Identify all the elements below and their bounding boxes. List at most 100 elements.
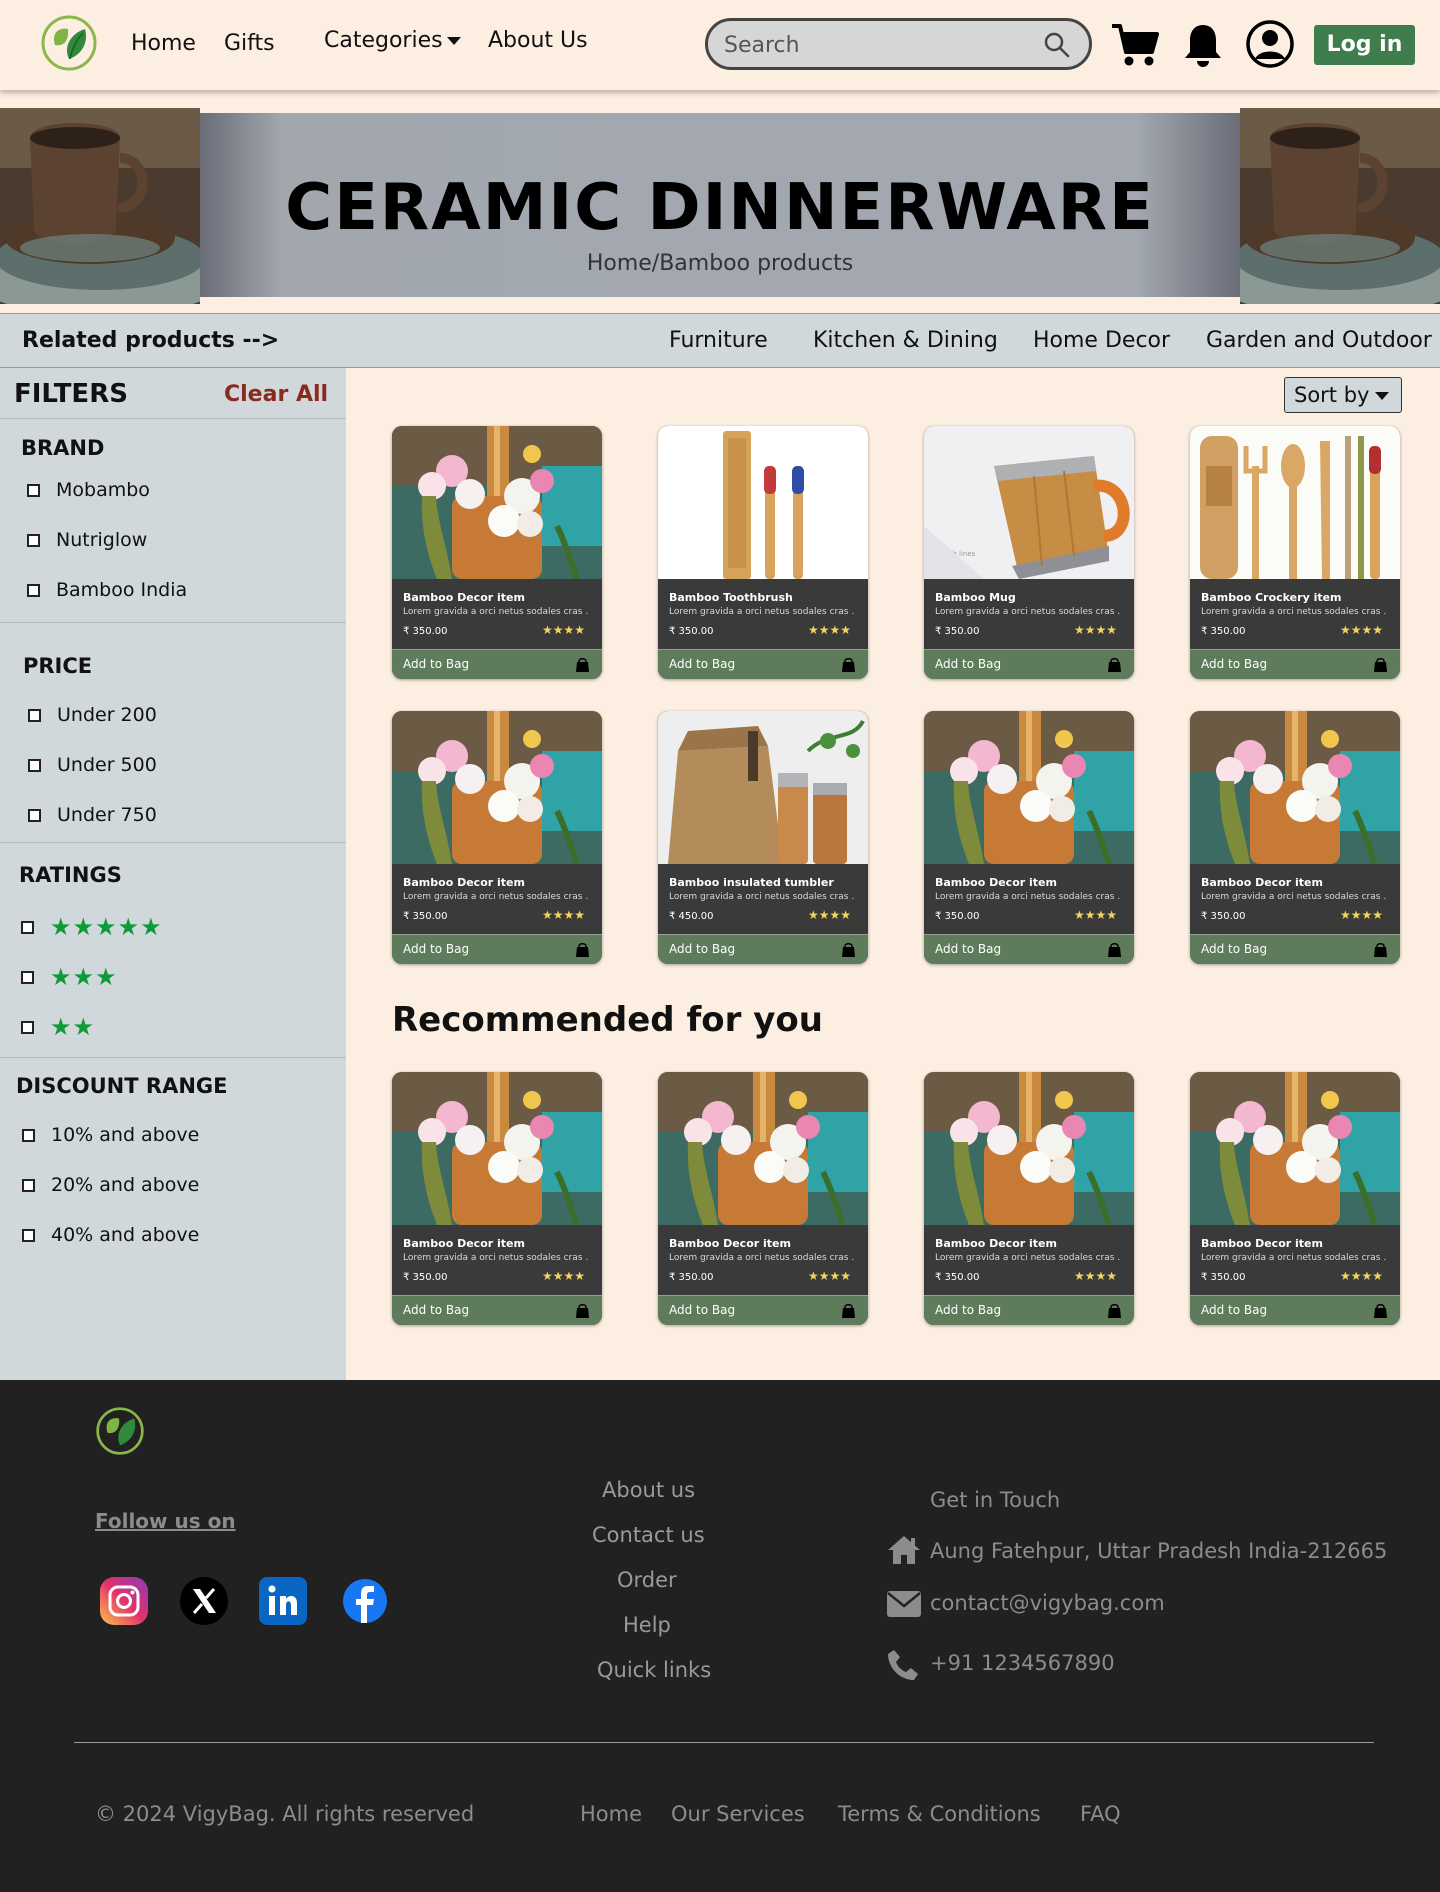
product-card[interactable]: sketch lines Bamboo Mug Lorem gravida a or… xyxy=(924,426,1134,679)
related-home-decor[interactable]: Home Decor xyxy=(1033,328,1170,353)
product-image[interactable] xyxy=(392,1072,602,1225)
product-card[interactable]: Bamboo Decor item Lorem gravida a orci ne… xyxy=(924,1072,1134,1325)
cart-icon[interactable] xyxy=(1110,22,1160,68)
checkbox[interactable] xyxy=(22,1178,35,1192)
footer-link-order[interactable]: Order xyxy=(617,1568,677,1592)
product-card[interactable]: Bamboo Toothbrush Lorem gravida a orci ne… xyxy=(658,426,868,679)
discount-option-40[interactable]: 40% and above xyxy=(22,1224,199,1246)
user-account-icon[interactable] xyxy=(1245,19,1295,69)
add-to-bag-button[interactable]: Add to Bag xyxy=(924,649,1134,679)
checkbox[interactable] xyxy=(27,583,40,597)
checkbox[interactable] xyxy=(27,533,40,547)
vigybag-logo[interactable] xyxy=(95,1406,145,1456)
product-card[interactable]: Bamboo Decor item Lorem gravida a orci ne… xyxy=(1190,711,1400,964)
product-name[interactable]: Bamboo Toothbrush xyxy=(669,591,793,604)
add-to-bag-button[interactable]: Add to Bag xyxy=(1190,649,1400,679)
brand-option-mobambo[interactable]: Mobambo xyxy=(27,479,150,501)
brand-option-bamboo-india[interactable]: Bamboo India xyxy=(27,579,187,601)
footer-bottom-our-services[interactable]: Our Services xyxy=(671,1802,805,1826)
product-image[interactable] xyxy=(924,1072,1134,1225)
checkbox[interactable] xyxy=(22,1128,35,1142)
product-name[interactable]: Bamboo Decor item xyxy=(1201,1237,1323,1250)
rating-option-5-stars[interactable]: ★★★★★ xyxy=(21,913,163,941)
checkbox[interactable] xyxy=(21,970,34,984)
product-image[interactable] xyxy=(1190,426,1400,579)
footer-link-contact-us[interactable]: Contact us xyxy=(592,1523,705,1547)
nav-about-us[interactable]: About Us xyxy=(488,28,588,53)
footer-bottom-home[interactable]: Home xyxy=(580,1802,642,1826)
product-image[interactable]: sketch lines xyxy=(924,426,1134,579)
product-name[interactable]: Bamboo Crockery item xyxy=(1201,591,1342,604)
nav-home[interactable]: Home xyxy=(131,31,196,56)
nav-categories[interactable]: Categories xyxy=(324,28,461,53)
footer-link-quick-links[interactable]: Quick links xyxy=(597,1658,711,1682)
product-card[interactable]: Bamboo Crockery item Lorem gravida a orci… xyxy=(1190,426,1400,679)
product-card[interactable]: Bamboo insulated tumbler Lorem gravida a … xyxy=(658,711,868,964)
add-to-bag-button[interactable]: Add to Bag xyxy=(658,1295,868,1325)
sort-by-dropdown[interactable]: Sort by xyxy=(1284,377,1402,413)
add-to-bag-button[interactable]: Add to Bag xyxy=(924,1295,1134,1325)
related-kitchen-dining[interactable]: Kitchen & Dining xyxy=(813,328,998,353)
search-input[interactable] xyxy=(724,30,1024,60)
product-card[interactable]: Bamboo Decor item Lorem gravida a orci ne… xyxy=(924,711,1134,964)
vigybag-logo[interactable] xyxy=(41,15,97,71)
footer-link-about-us[interactable]: About us xyxy=(602,1478,695,1502)
product-image[interactable] xyxy=(658,1072,868,1225)
footer-bottom-terms[interactable]: Terms & Conditions xyxy=(838,1802,1041,1826)
price-option-under-500[interactable]: Under 500 xyxy=(28,754,157,776)
price-option-under-750[interactable]: Under 750 xyxy=(28,804,157,826)
facebook-icon[interactable] xyxy=(340,1576,390,1626)
product-name[interactable]: Bamboo Mug xyxy=(935,591,1016,604)
x-icon[interactable] xyxy=(179,1576,229,1626)
product-card[interactable]: Bamboo Decor item Lorem gravida a orci ne… xyxy=(658,1072,868,1325)
linkedin-icon[interactable] xyxy=(258,1576,308,1626)
add-to-bag-button[interactable]: Add to Bag xyxy=(392,649,602,679)
product-card[interactable]: Bamboo Decor item Lorem gravida a orci ne… xyxy=(1190,1072,1400,1325)
checkbox[interactable] xyxy=(28,708,41,722)
clear-all-button[interactable]: Clear All xyxy=(224,382,328,407)
checkbox[interactable] xyxy=(21,1020,34,1034)
nav-gifts[interactable]: Gifts xyxy=(224,31,275,56)
product-name[interactable]: Bamboo insulated tumbler xyxy=(669,876,834,889)
product-card[interactable]: Bamboo Decor item Lorem gravida a orci ne… xyxy=(392,426,602,679)
checkbox[interactable] xyxy=(22,1228,35,1242)
add-to-bag-button[interactable]: Add to Bag xyxy=(924,934,1134,964)
login-button[interactable]: Log in xyxy=(1314,25,1415,65)
product-image[interactable] xyxy=(1190,1072,1400,1225)
add-to-bag-button[interactable]: Add to Bag xyxy=(658,649,868,679)
product-image[interactable] xyxy=(924,711,1134,864)
breadcrumb[interactable]: Home/Bamboo products xyxy=(200,251,1240,276)
instagram-icon[interactable] xyxy=(99,1576,149,1626)
footer-bottom-faq[interactable]: FAQ xyxy=(1080,1802,1121,1826)
checkbox[interactable] xyxy=(21,920,34,934)
add-to-bag-button[interactable]: Add to Bag xyxy=(392,1295,602,1325)
add-to-bag-button[interactable]: Add to Bag xyxy=(658,934,868,964)
checkbox[interactable] xyxy=(28,758,41,772)
product-card[interactable]: Bamboo Decor item Lorem gravida a orci ne… xyxy=(392,1072,602,1325)
related-furniture[interactable]: Furniture xyxy=(669,328,768,353)
contact-phone[interactable]: +91 1234567890 xyxy=(930,1651,1115,1675)
product-image[interactable] xyxy=(392,711,602,864)
product-name[interactable]: Bamboo Decor item xyxy=(403,876,525,889)
rating-option-3-stars[interactable]: ★★★ xyxy=(21,963,118,991)
discount-option-20[interactable]: 20% and above xyxy=(22,1174,199,1196)
product-name[interactable]: Bamboo Decor item xyxy=(935,876,1057,889)
rating-option-2-stars[interactable]: ★★ xyxy=(21,1013,95,1041)
product-name[interactable]: Bamboo Decor item xyxy=(935,1237,1057,1250)
product-card[interactable]: Bamboo Decor item Lorem gravida a orci ne… xyxy=(392,711,602,964)
checkbox[interactable] xyxy=(27,483,40,497)
add-to-bag-button[interactable]: Add to Bag xyxy=(1190,934,1400,964)
product-image[interactable] xyxy=(1190,711,1400,864)
product-name[interactable]: Bamboo Decor item xyxy=(669,1237,791,1250)
checkbox[interactable] xyxy=(28,808,41,822)
search-icon[interactable] xyxy=(1043,31,1071,59)
add-to-bag-button[interactable]: Add to Bag xyxy=(1190,1295,1400,1325)
product-name[interactable]: Bamboo Decor item xyxy=(403,591,525,604)
product-name[interactable]: Bamboo Decor item xyxy=(403,1237,525,1250)
add-to-bag-button[interactable]: Add to Bag xyxy=(392,934,602,964)
brand-option-nutriglow[interactable]: Nutriglow xyxy=(27,529,147,551)
related-garden-outdoor[interactable]: Garden and Outdoor xyxy=(1206,328,1432,353)
product-image[interactable] xyxy=(658,711,868,864)
bell-icon[interactable] xyxy=(1181,22,1225,68)
discount-option-10[interactable]: 10% and above xyxy=(22,1124,199,1146)
